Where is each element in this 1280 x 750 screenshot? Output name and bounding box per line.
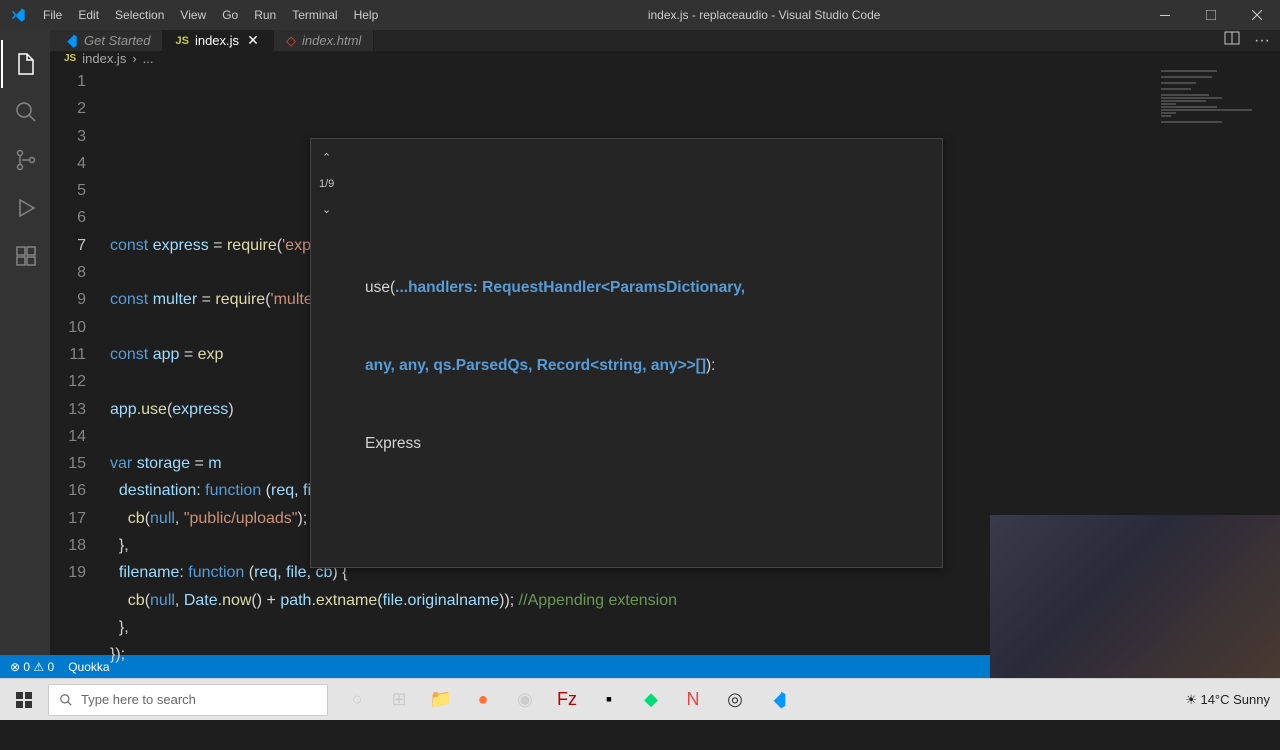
signature-counter: 1/9 <box>319 171 334 197</box>
extensions-icon[interactable] <box>1 232 49 280</box>
app-icon[interactable]: ◆ <box>630 679 672 721</box>
close-tab-icon[interactable]: ✕ <box>245 33 261 49</box>
tab-bar: Get Started JS index.js ✕ ◇ index.html ·… <box>50 30 1280 51</box>
webcam-overlay <box>990 515 1280 678</box>
chevron-down-icon[interactable]: ⌄ <box>322 197 331 223</box>
source-control-icon[interactable] <box>1 136 49 184</box>
start-button[interactable] <box>0 679 48 721</box>
file-explorer-icon[interactable]: 📁 <box>420 679 462 721</box>
sig-return-type: Express <box>365 431 934 457</box>
vscode-logo-icon <box>0 7 35 23</box>
minimize-button[interactable] <box>1142 0 1188 30</box>
split-editor-icon[interactable] <box>1224 30 1240 51</box>
js-file-icon: JS <box>175 35 188 47</box>
vscode-icon <box>62 33 78 49</box>
breadcrumb[interactable]: JS index.js › ... <box>50 51 1280 66</box>
sig-active-param: any, <box>365 357 395 374</box>
windows-taskbar: Type here to search ○ ⊞ 📁 ● ◉ Fz ▪ ◆ N ◎… <box>0 678 1280 720</box>
sig-active-param: any, qs.ParsedQs, Record<string, any>>[] <box>395 357 706 374</box>
close-button[interactable] <box>1234 0 1280 30</box>
cortana-icon[interactable]: ○ <box>336 679 378 721</box>
system-tray[interactable]: ☀ 14°C Sunny <box>1185 692 1280 708</box>
chevron-right-icon: › <box>132 51 136 66</box>
menu-file[interactable]: File <box>35 0 70 30</box>
maximize-button[interactable] <box>1188 0 1234 30</box>
search-icon <box>59 693 73 707</box>
taskbar-search[interactable]: Type here to search <box>48 684 328 716</box>
line-number-gutter: 12345678910111213141516171819 <box>50 66 110 750</box>
chrome-icon[interactable]: ◉ <box>504 679 546 721</box>
menu-terminal[interactable]: Terminal <box>284 0 345 30</box>
task-view-icon[interactable]: ⊞ <box>378 679 420 721</box>
sig-active-param: ...handlers: RequestHandler<ParamsDictio… <box>395 279 745 296</box>
breadcrumb-file[interactable]: index.js <box>82 51 126 66</box>
tab-label: index.html <box>302 33 361 48</box>
filezilla-icon[interactable]: Fz <box>546 679 588 721</box>
search-icon[interactable] <box>1 88 49 136</box>
app-icon-2[interactable]: N <box>672 679 714 721</box>
run-debug-icon[interactable] <box>1 184 49 232</box>
tab-label: index.js <box>195 33 239 48</box>
sig-text: ): <box>706 357 715 374</box>
explorer-icon[interactable] <box>1 40 49 88</box>
chevron-up-icon[interactable]: ⌃ <box>322 145 331 171</box>
menu-edit[interactable]: Edit <box>70 0 107 30</box>
tab-get-started[interactable]: Get Started <box>50 30 163 51</box>
menu-help[interactable]: Help <box>346 0 387 30</box>
tab-label: Get Started <box>84 33 150 48</box>
breadcrumb-symbol[interactable]: ... <box>143 51 154 66</box>
title-bar: File Edit Selection View Go Run Terminal… <box>0 0 1280 30</box>
menu-selection[interactable]: Selection <box>107 0 172 30</box>
weather-widget[interactable]: ☀ 14°C Sunny <box>1185 692 1270 708</box>
menu-go[interactable]: Go <box>214 0 246 30</box>
status-problems[interactable]: ⊗ 0 ⚠ 0 <box>10 660 54 674</box>
js-file-icon: JS <box>64 53 76 64</box>
obs-icon[interactable]: ◎ <box>714 679 756 721</box>
menu-run[interactable]: Run <box>246 0 284 30</box>
window-title: index.js - replaceaudio - Visual Studio … <box>386 8 1142 22</box>
tab-index-js[interactable]: JS index.js ✕ <box>163 30 274 51</box>
signature-help-popup: ⌃ 1/9 ⌄ use(...handlers: RequestHandler<… <box>310 138 943 568</box>
firefox-icon[interactable]: ● <box>462 679 504 721</box>
terminal-icon[interactable]: ▪ <box>588 679 630 721</box>
tab-index-html[interactable]: ◇ index.html <box>274 30 374 51</box>
activity-bar <box>0 30 50 655</box>
menu-bar: File Edit Selection View Go Run Terminal… <box>35 0 386 30</box>
code-line[interactable] <box>110 723 1280 750</box>
more-actions-icon[interactable]: ··· <box>1254 32 1270 50</box>
vscode-taskbar-icon[interactable] <box>756 679 798 721</box>
window-controls <box>1142 0 1280 30</box>
menu-view[interactable]: View <box>172 0 214 30</box>
sig-text: use( <box>365 279 395 296</box>
search-placeholder: Type here to search <box>81 692 196 707</box>
html-file-icon: ◇ <box>286 33 296 49</box>
